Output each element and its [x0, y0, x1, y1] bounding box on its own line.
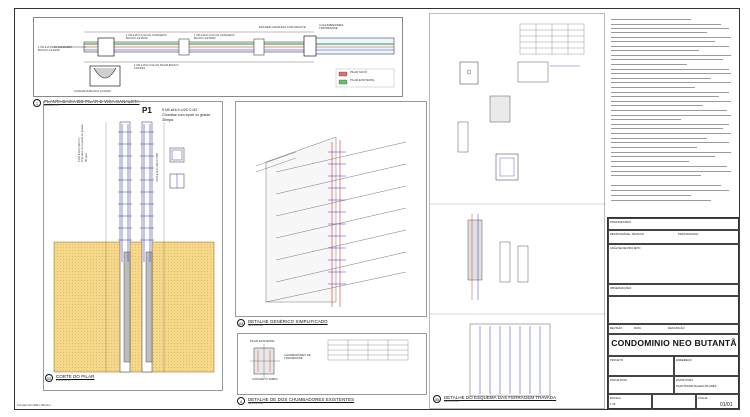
detail-column-drawing [430, 23, 606, 397]
section-spec-mpa: 30mpa [162, 118, 173, 122]
tb-revision: REVISÃO [610, 326, 623, 330]
sheet-footer-note: Formato A0 1189 x 841mm [17, 403, 51, 407]
drawing-sheet: 1 N6 ø16 C/ 10 CANALETA BLOCO 14/19/29 1… [14, 8, 740, 410]
plan-callout-1: 1 N6 ø16 C/ 10 CANALETA BLOCO 14/19/29 [38, 45, 73, 53]
plan-callout-2: 1 N6 ø16.0 C/12 AO CANALETA BLOCO 14/19/… [126, 33, 167, 41]
detail-column-frame [429, 13, 606, 409]
tb-scale-label: ESCALA [610, 396, 622, 400]
detail4-existing-label: PILAR EXISTENTE [250, 339, 275, 343]
legend-pilar-existente: PILAR EXISTENTE [350, 78, 375, 82]
plan-callout-3: 1 N6 ø16.0 C/12 AO CANALETA BLOCO 14/19/… [194, 33, 235, 41]
detail4-concrete-label: CONCRETO 30MPA [252, 377, 278, 381]
view-3-scale: SEM ESCALA [248, 324, 264, 327]
tb-project-label: PROJETO [610, 358, 624, 362]
view-5-title: DETALHE DO ESQUEMA DAS FERRAGEM TRAVADA [444, 395, 557, 400]
tb-notes: OBSERVAÇÕES [610, 286, 632, 290]
tb-description: DESCRIÇÃO [668, 326, 685, 330]
view-3-frame [235, 101, 427, 317]
plan-callout-4: 1 N6 ø16.0 C/12 AO PILAR BLOCO 14/19/29 [134, 63, 179, 71]
plan-callout-6: CANALETA BLOCO 14/19/29 [74, 89, 111, 93]
view-2-label: 02 CORTE DO PILAR ESCALA 1:25 [45, 374, 94, 382]
section-vertical-right: 4 N1 ø16.0 c/26 C=450 [155, 153, 159, 182]
section-spec-top: 5 N5 ø16.0 c/26 C=52 [162, 108, 198, 112]
tb-author: PROJETISTA [610, 378, 628, 382]
legend-pilar-novo: PILAR NOVO [350, 70, 368, 74]
plan-callout-5: ENCHER CANALETA COM GRAUTE [259, 25, 306, 29]
view-4-number: 4 [237, 397, 245, 405]
tb-content: PLANTAS/DETALHES PILARES [676, 384, 717, 388]
view-1-number: 1 [33, 99, 41, 107]
isometric-drawing [255, 136, 407, 307]
section-spec-note: Chumbar com epoxi ou graute [162, 113, 211, 117]
view-3-number: 03 [237, 319, 245, 327]
tb-address: ENDEREÇO [676, 358, 692, 362]
sheet-number: 01/01 [720, 402, 733, 408]
view-3-label: 03 DETALHE GENÉRICO SIMPLIFICADO SEM ESC… [237, 319, 328, 327]
tb-scale-value: 1:25 [610, 402, 616, 406]
tb-prof: PROFISSIONAL [678, 232, 699, 236]
detail4-chumbador-label: CHUMBADORES DE TRANSPASSE [284, 353, 311, 361]
project-name: CONDOMINIO NEO BUTANTÃ [611, 338, 737, 348]
tb-date: DATA [634, 326, 642, 330]
view-4-scale: SEM ESCALA [248, 402, 264, 405]
view-5-scale: SEM ESCALA [444, 400, 460, 403]
title-block: PROPRIETÁRIO RESPONSÁVEL TÉCNICO PROFISS… [607, 217, 740, 410]
view-2-scale: ESCALA 1:25 [56, 379, 71, 382]
general-notes [607, 15, 737, 215]
section-drawing [53, 121, 215, 373]
section-vertical-left: 5 N2 ø16.0 c/26 C=... Chumbar com epoxi … [77, 124, 88, 162]
view-4-title: DETALHE DE DOS CHUMBADORES EXISTENTES [248, 397, 355, 402]
pillar-label: P1 [142, 106, 152, 115]
view-2-frame: P1 5 N5 ø16.0 c/26 C=52 Chumbar com epox… [43, 101, 223, 391]
view-4-label: 4 DETALHE DE DOS CHUMBADORES EXISTENTES … [237, 397, 354, 405]
view-4-frame: PILAR EXISTENTE CHUMBADORES DE TRANSPASS… [237, 333, 427, 395]
tb-sheet-label: FOLHA [698, 396, 708, 400]
tb-discipline: ESTRUTURA [676, 378, 694, 382]
tb-project-analysis: ANÁLISE DE PROJETO [610, 246, 641, 250]
view-5-label: 05 DETALHE DO ESQUEMA DAS FERRAGEM TRAVA… [433, 395, 556, 403]
view-1-frame: 1 N6 ø16 C/ 10 CANALETA BLOCO 14/19/29 1… [33, 17, 403, 97]
tb-tech: RESPONSÁVEL TÉCNICO [610, 232, 645, 236]
tb-owner: PROPRIETÁRIO [610, 220, 632, 224]
view-2-number: 02 [45, 374, 53, 382]
plan-chumbador-label: 4 CHUMBADORES TRANSPASSE [319, 23, 344, 31]
view-5-number: 05 [433, 395, 441, 403]
